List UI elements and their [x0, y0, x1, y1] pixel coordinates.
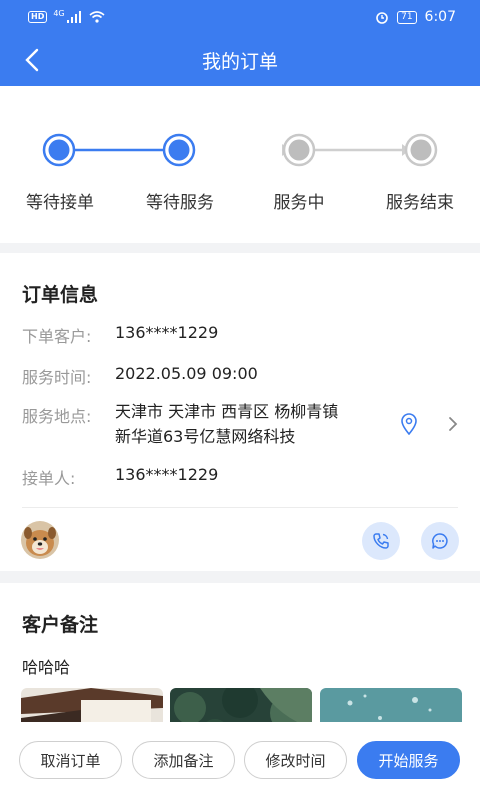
hd-icon: HD	[28, 11, 48, 23]
message-button[interactable]	[421, 522, 459, 560]
network-label: 4G	[53, 8, 65, 18]
step-dot-3	[282, 133, 316, 167]
step-dot-1	[42, 133, 76, 167]
customer-label: 下单客户:	[22, 327, 92, 346]
divider	[22, 507, 458, 508]
status-left: HD 4G	[28, 8, 105, 23]
page-title: 我的订单	[201, 50, 278, 73]
dog-avatar-image	[21, 521, 59, 559]
receiver-label: 接单人:	[22, 469, 76, 488]
chat-bubble-icon	[432, 533, 448, 549]
wifi-icon	[89, 11, 105, 23]
location-pin-icon	[401, 413, 417, 435]
battery-icon: 71	[397, 10, 417, 24]
cancel-order-button[interactable]: 取消订单	[19, 741, 122, 779]
order-progress-steps: 等待接单 等待服务 服务中 服务结束	[0, 86, 480, 243]
remark-title: 客户备注	[22, 614, 99, 636]
alarm-icon	[376, 12, 388, 24]
chevron-right-icon	[449, 417, 458, 431]
avatar	[21, 521, 59, 559]
remark-text: 哈哈哈	[22, 658, 71, 677]
service-time-value: 2022.05.09 09:00	[115, 364, 258, 383]
signal-icon	[66, 11, 81, 23]
clock: 6:07	[424, 9, 456, 25]
status-right: 71 6:07	[375, 9, 456, 25]
step-label-3: 服务中	[273, 193, 325, 213]
order-info-card: 订单信息 下单客户: 136****1229 服务时间: 2022.05.09 …	[0, 253, 480, 571]
back-button[interactable]	[14, 42, 50, 78]
step-dot-4	[404, 133, 438, 167]
bottom-action-bar: 取消订单 添加备注 修改时间 开始服务	[0, 722, 480, 800]
call-button[interactable]	[362, 522, 400, 560]
service-address-label: 服务地点:	[22, 407, 92, 426]
header: 我的订单	[0, 34, 480, 86]
step-label-4: 服务结束	[386, 193, 454, 213]
chevron-left-icon	[25, 48, 39, 72]
change-time-button[interactable]: 修改时间	[244, 741, 347, 779]
order-info-title: 订单信息	[22, 284, 99, 306]
receiver-value: 136****1229	[115, 465, 219, 484]
status-bar: HD 4G 71 6:07	[0, 0, 480, 34]
address-line-2: 新华道63号亿慧网络科技	[115, 427, 296, 446]
service-time-label: 服务时间:	[22, 368, 92, 387]
phone-icon	[373, 533, 389, 549]
step-label-2: 等待服务	[146, 193, 214, 213]
address-line-1: 天津市 天津市 西青区 杨柳青镇	[115, 402, 339, 421]
step-dot-2	[162, 133, 196, 167]
add-note-button[interactable]: 添加备注	[132, 741, 235, 779]
steps-track	[42, 133, 438, 167]
customer-value: 136****1229	[115, 323, 219, 342]
step-label-1: 等待接单	[26, 193, 94, 213]
service-address-link[interactable]: 天津市 天津市 西青区 杨柳青镇 新华道63号亿慧网络科技	[115, 400, 465, 452]
start-service-button[interactable]: 开始服务	[357, 741, 460, 779]
